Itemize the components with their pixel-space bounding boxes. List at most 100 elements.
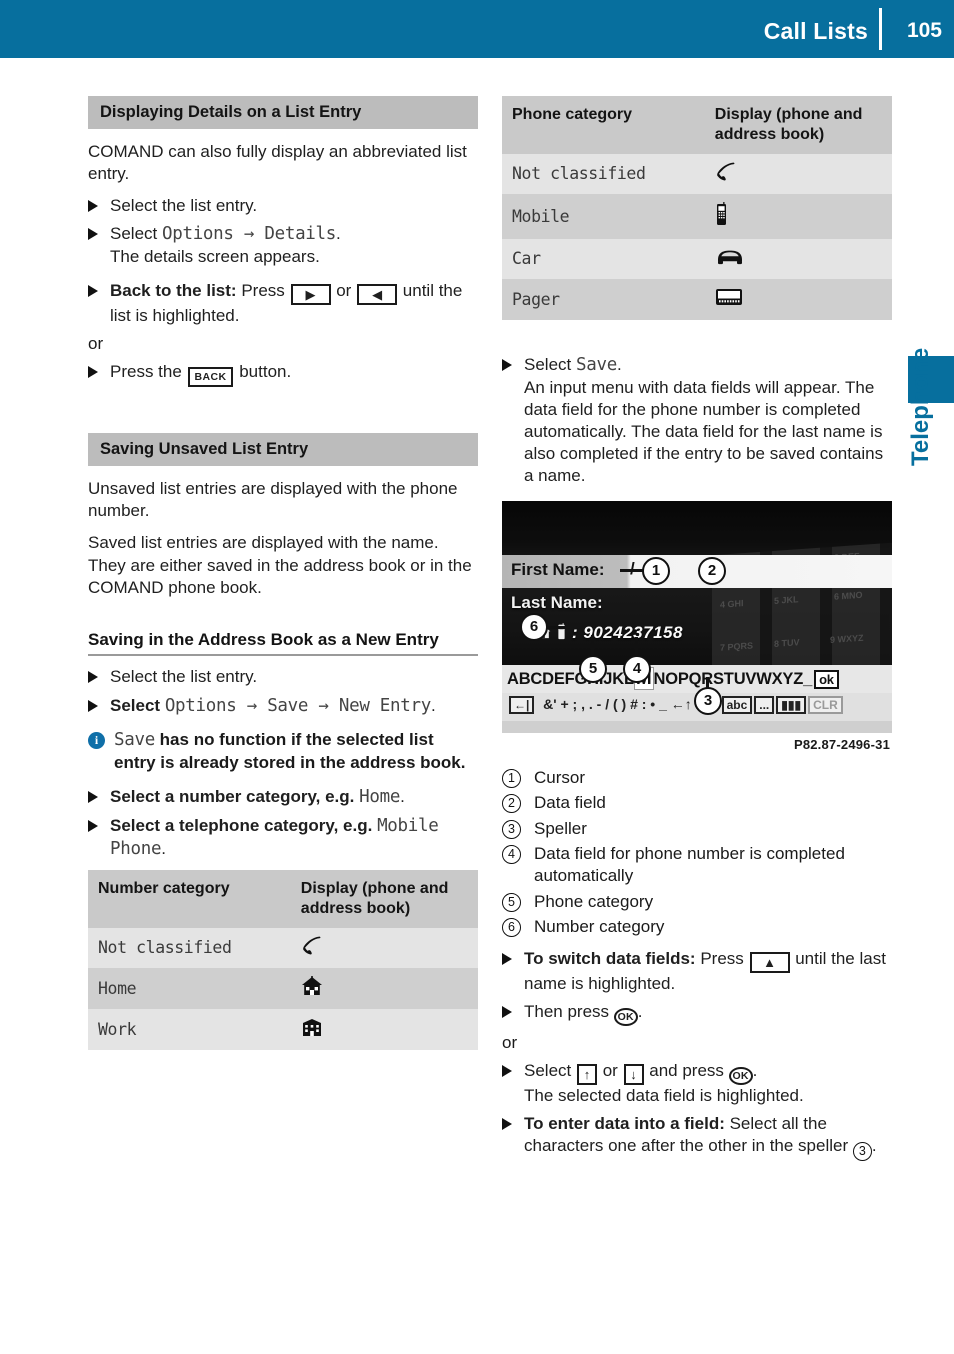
left-column: Displaying Details on a List Entry COMAN…: [88, 96, 478, 1051]
display-bottom-strip: [502, 721, 892, 734]
page-title: Call Lists: [763, 18, 868, 44]
table-row: Home: [88, 968, 478, 1010]
bullet-lead: Select: [524, 1061, 576, 1081]
column-header-display: Display (phone and address book): [704, 96, 892, 154]
cell-category: Not classified: [98, 938, 232, 958]
bullet-tail: .: [871, 1136, 877, 1156]
more-options-button[interactable]: ...: [754, 696, 775, 715]
legend-reference-3: 3: [852, 1142, 872, 1162]
bullet-triangle-icon: [88, 699, 98, 712]
bullet-select-number-category: Select a number category, e.g. Home.: [88, 786, 478, 809]
legend-number: 6: [502, 917, 521, 937]
legend-text: Number category: [534, 916, 665, 936]
bullet-triangle-icon: [502, 1118, 512, 1131]
speller-letters-after: NOPQRSTUVWXYZ_: [653, 670, 813, 689]
car-icon: [715, 248, 745, 265]
bullet-triangle-icon: [88, 200, 98, 213]
bullet-bold-lead: To switch data fields:: [524, 949, 696, 969]
symbols-text: &' + ; , . - / ( ) # : • _ ←↑ ↓→: [543, 696, 717, 713]
cell-category: Not classified: [512, 164, 646, 183]
legend-number: 3: [502, 819, 521, 839]
cell-category: Car: [512, 249, 541, 268]
down-arrow-key[interactable]: ↓: [623, 1064, 644, 1086]
legend-text: Speller: [534, 818, 587, 838]
legend-item: 1 Cursor: [502, 767, 892, 789]
bullet-triangle-icon: [88, 671, 98, 684]
menu-path-save: Save: [267, 695, 309, 716]
bullet-tail: .: [400, 787, 405, 807]
bullet-tail: .: [430, 695, 436, 715]
up-arrow-key[interactable]: ▲: [749, 952, 790, 974]
bullet-triangle-icon: [502, 953, 512, 966]
info-note-save: i Save has no function if the selected l…: [88, 729, 478, 774]
ok-key[interactable]: OK: [613, 1008, 638, 1027]
or-separator: or: [502, 1033, 518, 1053]
bullet-select-list-entry-2: Select the list entry.: [88, 666, 478, 688]
phone-category-table: Phone category Display (phone and addres…: [502, 96, 892, 320]
bullet-triangle-icon: [88, 791, 98, 804]
note-mono-save: Save: [114, 730, 155, 751]
speller-letters-before: ABCDEFGHIJKL: [507, 670, 634, 689]
back-key[interactable]: BACK: [187, 367, 234, 388]
last-name-label: Last Name:: [511, 593, 603, 613]
bullet-lead: Select: [524, 355, 576, 374]
legend-item: 3 Speller: [502, 818, 892, 840]
table-header-row: Phone category Display (phone and addres…: [502, 96, 892, 154]
bullet-triangle-icon: [502, 1006, 512, 1019]
speller-row[interactable]: ABCDEFGHIJKLMNOPQRSTUVWXYZ_ok: [502, 665, 892, 694]
bullet-text: a number category, e.g.: [160, 787, 360, 807]
phone-number-value: : 9024237158: [572, 623, 683, 643]
table-row: Not classified: [88, 928, 478, 969]
bullet-text: Select the list entry.: [110, 667, 258, 687]
bullet-select-options-save-new-entry: Select Options → Save → New Entry.: [88, 695, 478, 718]
section-heading-displaying-details: Displaying Details on a List Entry: [88, 96, 478, 129]
cell-category: Home: [98, 978, 137, 998]
ok-key[interactable]: OK: [728, 1067, 753, 1086]
subheading-saving-address-book: Saving in the Address Book as a New Entr…: [88, 629, 439, 649]
bullet-mid: or: [331, 281, 357, 301]
legend-text: Cursor: [534, 768, 586, 788]
bullet-post: button.: [234, 362, 292, 382]
info-icon: i: [88, 732, 105, 750]
list-button[interactable]: ▮▮▮: [776, 696, 807, 715]
bullet-mid: or: [597, 1061, 623, 1081]
up-arrow-key[interactable]: ↑: [576, 1064, 597, 1086]
right-column: Phone category Display (phone and addres…: [502, 96, 892, 1167]
back-arrow-button[interactable]: ←|: [509, 696, 535, 715]
bullet-select-options-details: Select Options → Details. The details sc…: [88, 223, 478, 268]
handset-icon: [301, 936, 325, 955]
office-building-icon: [301, 1017, 323, 1037]
paragraph-saved-entries: Saved list entries are displayed with th…: [88, 533, 472, 597]
cell-category: Mobile: [512, 206, 570, 226]
legend-number: 4: [502, 845, 521, 865]
callout-line-6: [545, 626, 565, 630]
cell-category: Work: [98, 1019, 137, 1039]
bullet-text: a telephone category, e.g.: [160, 815, 378, 835]
comand-display: 1 2 ABC 3 DEF 4 GHI 5 JKL 6 MNO 7 PQRS 8…: [502, 501, 892, 734]
page-number: 105: [906, 19, 942, 42]
legend-item: 4 Data field for phone number is complete…: [502, 843, 892, 888]
right-arrow-key[interactable]: ▶: [290, 284, 331, 306]
column-header-display: Display (phone and address book): [290, 870, 478, 929]
bullet-bold-lead: To enter data into a field:: [524, 1114, 725, 1134]
bullet-tail: .: [336, 224, 341, 244]
house-icon: [301, 976, 323, 996]
bullet-triangle-icon: [502, 1065, 512, 1078]
clr-button[interactable]: CLR: [808, 696, 843, 715]
figure-legend: 1 Cursor 2 Data field 3 Speller 4 Data field…: [502, 767, 892, 938]
bullet-subtext: The selected data field is highlighted.: [524, 1086, 804, 1106]
left-arrow-key[interactable]: ◀: [357, 284, 398, 306]
first-name-field[interactable]: First Name: /: [502, 555, 892, 589]
bullet-select-list-entry: Select the list entry.: [88, 195, 478, 217]
speller-ok-button[interactable]: ok: [814, 670, 839, 690]
menu-path-new-entry: New Entry: [338, 695, 431, 716]
table-row: Mobile: [502, 194, 892, 239]
legend-item: 5 Phone category: [502, 891, 892, 913]
menu-path-details: Details: [264, 224, 337, 245]
figure-caption: P82.87-2496-31: [793, 737, 890, 753]
bullet-tail: .: [616, 355, 622, 374]
abc-button[interactable]: abc: [721, 696, 753, 715]
cell-category: Pager: [512, 289, 560, 309]
bullet-bold-lead: Select: [110, 695, 165, 715]
